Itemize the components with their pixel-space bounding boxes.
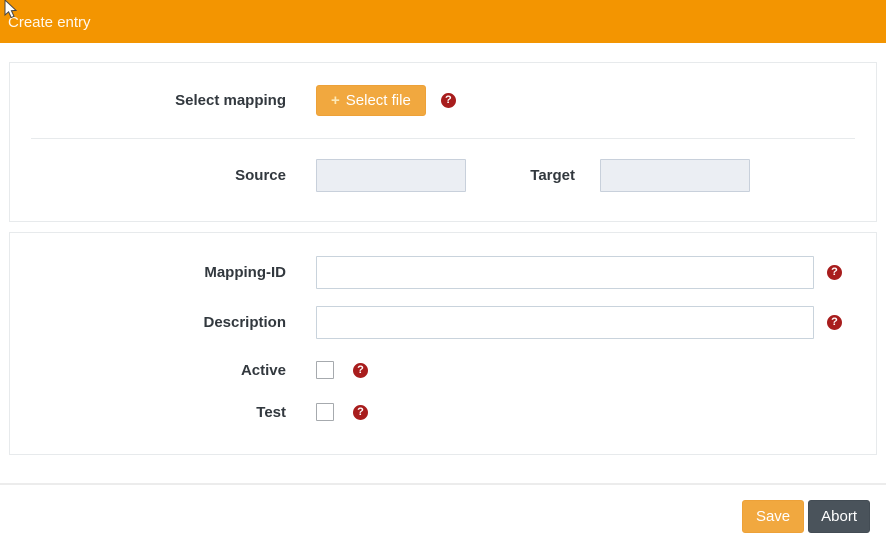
- help-icon[interactable]: ?: [827, 265, 842, 280]
- source-label: Source: [10, 167, 316, 184]
- active-checkbox[interactable]: [316, 361, 334, 379]
- help-icon[interactable]: ?: [353, 405, 368, 420]
- active-row: Active ?: [10, 361, 876, 379]
- active-label: Active: [10, 362, 316, 379]
- select-mapping-panel: Select mapping + Select file ? Source Ta…: [9, 62, 877, 222]
- help-icon[interactable]: ?: [441, 93, 456, 108]
- description-input[interactable]: [316, 306, 814, 339]
- mouse-cursor-icon: [4, 0, 20, 22]
- source-input: [316, 159, 466, 192]
- page-header: Create entry: [0, 0, 886, 43]
- mapping-details-panel: Mapping-ID ? Description ? Active ? Test…: [9, 232, 877, 455]
- footer-actions: Save Abort: [742, 500, 870, 533]
- select-mapping-label: Select mapping: [10, 92, 316, 109]
- source-target-row: Source Target: [10, 159, 876, 192]
- select-file-button[interactable]: + Select file: [316, 85, 426, 116]
- help-icon[interactable]: ?: [353, 363, 368, 378]
- select-file-button-label: Select file: [346, 92, 411, 109]
- help-icon[interactable]: ?: [827, 315, 842, 330]
- mapping-id-label: Mapping-ID: [10, 264, 316, 281]
- panel-divider: [31, 138, 855, 139]
- save-button[interactable]: Save: [742, 500, 804, 533]
- page-title: Create entry: [8, 14, 91, 31]
- description-row: Description ?: [10, 306, 876, 339]
- mapping-id-input[interactable]: [316, 256, 814, 289]
- select-mapping-row: Select mapping + Select file ?: [10, 85, 876, 116]
- target-label: Target: [466, 167, 600, 184]
- abort-button[interactable]: Abort: [808, 500, 870, 533]
- mapping-id-row: Mapping-ID ?: [10, 256, 876, 289]
- description-label: Description: [10, 314, 316, 331]
- footer-divider: [0, 483, 886, 485]
- create-entry-page: Create entry Select mapping + Select fil…: [0, 0, 886, 546]
- test-row: Test ?: [10, 403, 876, 421]
- test-checkbox[interactable]: [316, 403, 334, 421]
- plus-icon: +: [331, 92, 340, 109]
- target-input: [600, 159, 750, 192]
- test-label: Test: [10, 404, 316, 421]
